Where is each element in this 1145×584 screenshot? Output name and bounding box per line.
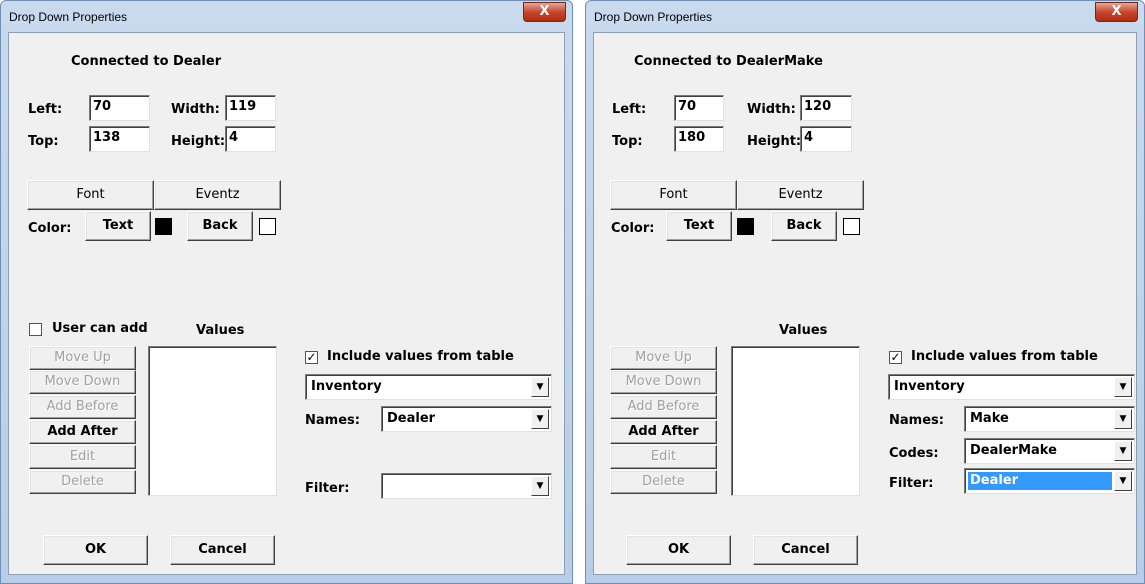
filter-select[interactable]: Dealer ▼ (964, 468, 1135, 494)
eventz-button[interactable]: Eventz (737, 180, 864, 210)
chevron-down-icon[interactable]: ▼ (531, 476, 549, 496)
text-color-button[interactable]: Text (85, 211, 151, 241)
width-label: Width: (171, 102, 220, 117)
codes-select-value: DealerMake (970, 443, 1057, 458)
delete-button[interactable]: Delete (29, 470, 136, 494)
top-input[interactable]: 138 (89, 126, 150, 152)
user-can-add-label: User can add (52, 321, 148, 336)
chevron-down-icon[interactable]: ▼ (1114, 471, 1132, 491)
include-values-label: Include values from table (327, 349, 514, 364)
cancel-button[interactable]: Cancel (170, 535, 275, 565)
dialog-body: Connected to DealerMake Left: 70 Top: 18… (593, 32, 1137, 575)
add-after-button[interactable]: Add After (610, 420, 717, 444)
height-label: Height: (747, 134, 802, 149)
names-select[interactable]: Make ▼ (964, 406, 1135, 432)
title-bar[interactable]: Drop Down Properties X (1, 1, 572, 32)
left-input[interactable]: 70 (674, 95, 724, 121)
dialog-drop-down-properties-dealermake: Drop Down Properties X Connected to Deal… (585, 0, 1145, 584)
text-color-button[interactable]: Text (666, 211, 732, 241)
dialog-drop-down-properties-dealer: Drop Down Properties X Connected to Deal… (0, 0, 573, 584)
width-input[interactable]: 119 (225, 95, 276, 121)
filter-select[interactable]: ▼ (381, 473, 552, 499)
back-color-button[interactable]: Back (187, 211, 253, 241)
ok-button[interactable]: OK (43, 535, 148, 565)
title-bar[interactable]: Drop Down Properties X (586, 1, 1144, 32)
left-label: Left: (612, 102, 647, 117)
table-select[interactable]: Inventory ▼ (305, 374, 552, 400)
left-label: Left: (28, 102, 63, 117)
move-up-button[interactable]: Move Up (610, 346, 717, 370)
include-values-label: Include values from table (911, 349, 1098, 364)
names-select[interactable]: Dealer ▼ (381, 406, 552, 432)
move-down-button[interactable]: Move Down (29, 370, 136, 394)
move-up-button[interactable]: Move Up (29, 346, 136, 370)
include-values-checkbox[interactable]: ✓ (889, 351, 902, 364)
close-icon[interactable]: X (1095, 2, 1138, 22)
ok-button[interactable]: OK (626, 535, 731, 565)
width-label: Width: (747, 102, 796, 117)
edit-button[interactable]: Edit (29, 445, 136, 469)
table-select[interactable]: Inventory ▼ (888, 374, 1135, 400)
font-button[interactable]: Font (27, 180, 154, 210)
values-listbox[interactable] (148, 346, 277, 496)
height-input[interactable]: 4 (225, 126, 276, 152)
chevron-down-icon[interactable]: ▼ (531, 377, 549, 397)
values-label: Values (196, 323, 245, 338)
color-label: Color: (611, 221, 655, 236)
chevron-down-icon[interactable]: ▼ (1114, 441, 1132, 461)
filter-select-value (385, 477, 529, 495)
left-input[interactable]: 70 (89, 95, 150, 121)
names-select-value: Dealer (387, 411, 436, 426)
height-input[interactable]: 4 (800, 126, 852, 152)
top-input[interactable]: 180 (674, 126, 724, 152)
add-after-button[interactable]: Add After (29, 420, 136, 444)
filter-select-value: Dealer (968, 472, 1112, 490)
back-color-swatch[interactable] (843, 218, 860, 235)
values-listbox[interactable] (731, 346, 860, 496)
names-label: Names: (889, 413, 944, 428)
height-label: Height: (171, 134, 226, 149)
color-label: Color: (28, 221, 72, 236)
move-down-button[interactable]: Move Down (610, 370, 717, 394)
back-color-button[interactable]: Back (771, 211, 837, 241)
font-button[interactable]: Font (610, 180, 737, 210)
add-before-button[interactable]: Add Before (610, 395, 717, 419)
table-select-value: Inventory (894, 379, 965, 394)
user-can-add-checkbox[interactable] (29, 323, 42, 336)
cancel-button[interactable]: Cancel (753, 535, 858, 565)
chevron-down-icon[interactable]: ▼ (1114, 409, 1132, 429)
edit-button[interactable]: Edit (610, 445, 717, 469)
codes-select[interactable]: DealerMake ▼ (964, 438, 1135, 464)
back-color-swatch[interactable] (259, 218, 276, 235)
table-select-value: Inventory (311, 379, 382, 394)
window-title: Drop Down Properties (9, 10, 128, 24)
top-label: Top: (612, 134, 643, 149)
values-label: Values (779, 323, 828, 338)
filter-label: Filter: (305, 481, 350, 496)
close-icon[interactable]: X (523, 2, 566, 22)
chevron-down-icon[interactable]: ▼ (531, 409, 549, 429)
text-color-swatch[interactable] (155, 218, 172, 235)
width-input[interactable]: 120 (800, 95, 852, 121)
codes-label: Codes: (889, 446, 939, 461)
delete-button[interactable]: Delete (610, 470, 717, 494)
chevron-down-icon[interactable]: ▼ (1114, 377, 1132, 397)
connected-label: Connected to Dealer (71, 54, 222, 69)
window-title: Drop Down Properties (594, 10, 713, 24)
connected-label: Connected to DealerMake (634, 54, 823, 69)
names-select-value: Make (970, 411, 1009, 426)
top-label: Top: (28, 134, 59, 149)
dialog-body: Connected to Dealer Left: 70 Top: 138 Wi… (8, 32, 565, 575)
names-label: Names: (305, 413, 360, 428)
eventz-button[interactable]: Eventz (154, 180, 281, 210)
text-color-swatch[interactable] (737, 218, 754, 235)
filter-label: Filter: (889, 476, 934, 491)
include-values-checkbox[interactable]: ✓ (305, 351, 318, 364)
add-before-button[interactable]: Add Before (29, 395, 136, 419)
